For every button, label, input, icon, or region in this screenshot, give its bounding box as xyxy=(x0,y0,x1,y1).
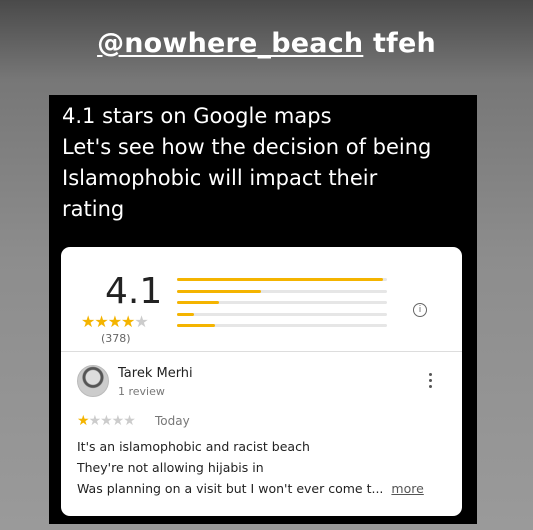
review-line: It's an islamophobic and racist beach xyxy=(77,439,310,454)
mention-handle[interactable]: @nowhere_beach xyxy=(97,28,363,59)
caption-line: 4.1 stars on Google maps xyxy=(62,104,332,128)
rating-bar-fill xyxy=(177,324,215,328)
more-vert-icon[interactable] xyxy=(429,373,435,391)
rating-bar-fill xyxy=(177,301,219,305)
star-empty-icon: ★ xyxy=(134,314,148,331)
review-stars: ★★★★★ xyxy=(77,412,136,429)
rating-bar-5-star xyxy=(177,278,387,281)
star-filled-icon: ★★★★ xyxy=(81,314,135,331)
review-author-meta: 1 review xyxy=(118,385,165,398)
review-date: Today xyxy=(155,414,190,428)
divider xyxy=(61,351,462,352)
caption-line: rating xyxy=(62,197,125,221)
review-line-text: Was planning on a visit but I won't ever… xyxy=(77,481,384,496)
caption-line: Islamophobic will impact their xyxy=(62,166,378,190)
rating-bar-2-star xyxy=(177,312,387,316)
average-rating: 4.1 xyxy=(105,271,163,312)
star-empty-icon: ★★★★ xyxy=(88,412,136,428)
story-mention[interactable]: @nowhere_beach tfeh xyxy=(0,28,533,59)
more-link[interactable]: more xyxy=(391,481,423,496)
rating-bar-3-star xyxy=(177,301,387,305)
review-count: (378) xyxy=(101,332,131,345)
info-icon[interactable]: i xyxy=(413,303,427,317)
review-author[interactable]: Tarek Merhi xyxy=(118,366,193,381)
rating-stars: ★★★★★ xyxy=(81,312,149,332)
mention-suffix: tfeh xyxy=(372,28,436,59)
caption-line: Let's see how the decision of being xyxy=(62,135,432,159)
rating-bar-4-star xyxy=(177,289,387,293)
review-text: It's an islamophobic and racist beach Th… xyxy=(77,436,424,499)
avatar[interactable] xyxy=(77,365,109,397)
rating-distribution xyxy=(177,278,387,336)
rating-bar-fill xyxy=(177,312,194,316)
rating-bar-fill xyxy=(177,278,383,281)
review-line: They're not allowing hijabis in xyxy=(77,460,264,475)
star-filled-icon: ★ xyxy=(77,412,90,428)
caption: 4.1 stars on Google maps Let's see how t… xyxy=(62,101,467,225)
rating-bar-fill xyxy=(177,289,261,293)
review-line: Was planning on a visit but I won't ever… xyxy=(77,478,424,499)
rating-bar-1-star xyxy=(177,324,387,328)
rating-card: 4.1 ★★★★★ (378) i Tarek Merhi 1 review ★… xyxy=(61,247,462,516)
screenshot-panel: 4.1 stars on Google maps Let's see how t… xyxy=(49,95,477,524)
